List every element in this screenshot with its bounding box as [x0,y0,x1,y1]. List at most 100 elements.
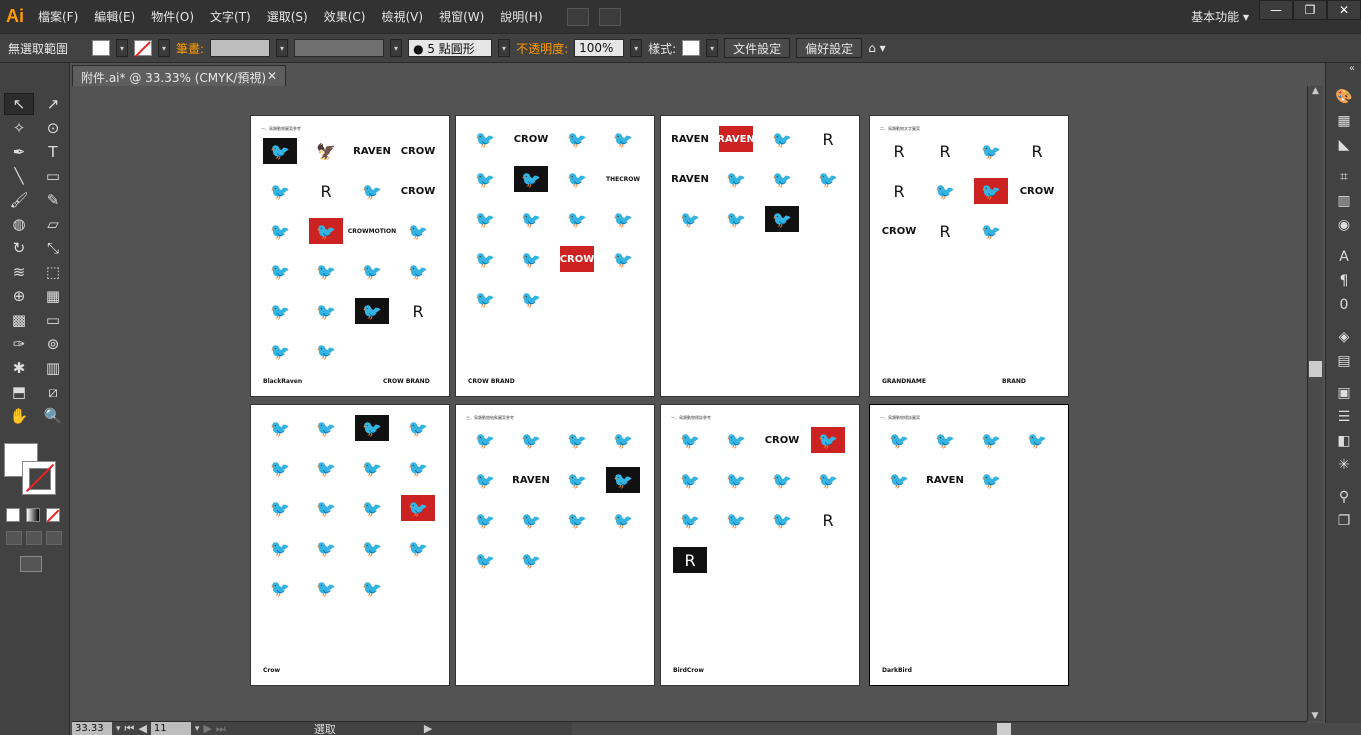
logo-thumbnail[interactable]: 🐦 [560,166,594,192]
logo-thumbnail[interactable]: 🐦 [468,246,502,272]
paintbrush-icon[interactable]: 🖌 [4,189,34,211]
logo-thumbnail[interactable]: 🐦 [974,178,1008,204]
color-mode-button[interactable] [6,508,20,522]
last-artboard-icon[interactable]: ⏭ [216,722,226,735]
logo-thumbnail[interactable]: 🐦 [263,258,297,284]
lasso-icon[interactable]: ⊙ [38,117,68,139]
prev-artboard-icon[interactable]: ◀ [138,722,146,735]
logo-thumbnail[interactable]: 🐦 [606,246,640,272]
logo-thumbnail[interactable]: 🐦 [560,126,594,152]
logo-thumbnail[interactable]: R [673,547,707,573]
artboard-4[interactable]: 二、鳥類動物文字圖案 R R 🐦 R R 🐦 🐦 CROW CROW R 🐦 GRANDNAME BRAN… [869,115,1069,397]
logo-thumbnail[interactable]: 🐦 [355,258,389,284]
logo-thumbnail[interactable]: R [811,126,845,152]
logo-thumbnail[interactable]: CROWMOTION [348,218,396,244]
logo-thumbnail[interactable]: 🐦 [401,258,435,284]
draw-inside-button[interactable] [46,531,62,545]
artboard-2[interactable]: 🐦 CROW 🐦 🐦 🐦 🐦 🐦 THECROW 🐦 🐦 🐦 🐦 🐦 🐦 CROW 🐦 🐦 🐦 CROW BRAND [455,115,655,397]
logo-thumbnail[interactable]: RAVEN [671,126,709,152]
status-mode[interactable]: 選取 [314,721,336,735]
opentype-icon[interactable]: 0 [1326,293,1361,317]
stroke-box[interactable] [22,461,56,495]
direct-selection-icon[interactable]: ↗ [38,93,68,115]
fill-swatch[interactable] [92,40,111,56]
logo-thumbnail[interactable]: 🐦 [468,547,502,573]
zoom-dropdown-icon[interactable]: ▾ [116,724,121,734]
symbol-sprayer-icon[interactable]: ✱ [4,357,34,379]
logo-thumbnail[interactable]: 🐦 [719,166,753,192]
logo-thumbnail[interactable]: 🐦 [882,427,916,453]
logo-thumbnail[interactable]: 🐦 [514,206,548,232]
brush-dropdown[interactable]: ▾ [498,39,511,57]
logo-thumbnail[interactable]: R [401,298,435,324]
logo-thumbnail[interactable]: R [882,138,916,164]
scroll-up-icon[interactable]: ▲ [1308,86,1323,96]
document-setup-button[interactable]: 文件設定 [724,38,791,58]
paragraph-icon[interactable]: ¶ [1326,269,1361,293]
variable-width-field[interactable] [294,39,385,57]
logo-thumbnail[interactable]: 🐦 [560,206,594,232]
logo-thumbnail[interactable]: CROW [401,138,436,164]
logo-thumbnail[interactable]: 🐦 [309,415,343,441]
logo-thumbnail[interactable]: 🦅 [309,138,343,164]
draw-behind-button[interactable] [26,531,42,545]
logo-thumbnail[interactable]: 🐦 [401,415,435,441]
logo-thumbnail[interactable]: 🐦 [468,427,502,453]
transform-icon[interactable]: ⌗ [1326,165,1361,189]
line-icon[interactable]: ╲ [4,165,34,187]
logo-thumbnail[interactable]: 🐦 [309,218,343,244]
perspective-icon[interactable]: ▦ [38,285,68,307]
gradient-icon[interactable]: ◧ [1326,429,1361,453]
fill-stroke-control[interactable] [4,443,60,499]
width-icon[interactable]: ≋ [4,261,34,283]
logo-thumbnail[interactable]: CROW [765,427,800,453]
variable-width-dropdown[interactable]: ▾ [390,39,403,57]
brush-definition[interactable]: ● 5 點圓形 [408,39,493,57]
logo-thumbnail[interactable]: 🐦 [974,138,1008,164]
logo-thumbnail[interactable]: 🐦 [928,427,962,453]
stroke-weight-field[interactable] [210,39,271,57]
logo-thumbnail[interactable]: RAVEN [512,467,550,493]
canvas[interactable]: 一、鳥類動物圖案參考 🐦 🦅 RAVEN CROW 🐦 R 🐦 CROW 🐦 🐦 CROWMOTION… [72,86,1307,721]
logo-thumbnail[interactable]: 🐦 [263,415,297,441]
gradient-mode-button[interactable] [26,508,40,522]
logo-thumbnail[interactable]: 🐦 [974,467,1008,493]
artboard-7[interactable]: 一、鳥類動物標誌參考 🐦 🐦 CROW 🐦 🐦 🐦 🐦 🐦 🐦 🐦 🐦 R R BirdCrow [660,404,860,686]
logo-thumbnail[interactable]: 🐦 [514,547,548,573]
logo-thumbnail[interactable]: 🐦 [355,575,389,601]
logo-thumbnail[interactable]: 🐦 [401,218,435,244]
horizontal-scroll-thumb[interactable] [997,723,1011,735]
character-icon[interactable]: A [1326,245,1361,269]
logo-thumbnail[interactable]: 🐦 [468,206,502,232]
logo-thumbnail[interactable]: 🐦 [263,298,297,324]
logo-thumbnail[interactable]: 🐦 [468,467,502,493]
menu-item-4[interactable]: 選取(S) [259,8,316,25]
logo-thumbnail[interactable]: CROW [514,126,549,152]
logo-thumbnail[interactable]: 🐦 [514,166,548,192]
logo-thumbnail[interactable]: 🐦 [765,166,799,192]
blob-brush-icon[interactable]: ◍ [4,213,34,235]
logo-thumbnail[interactable]: RAVEN [926,467,964,493]
logo-thumbnail[interactable]: 🐦 [882,467,916,493]
logo-thumbnail[interactable]: 🐦 [560,507,594,533]
pen-icon[interactable]: ✒ [4,141,34,163]
logo-thumbnail[interactable]: 🐦 [263,178,297,204]
logo-thumbnail[interactable]: 🐦 [514,246,548,272]
logo-thumbnail[interactable]: 🐦 [263,138,297,164]
logo-thumbnail[interactable]: 🐦 [468,126,502,152]
logo-thumbnail[interactable]: CROW [560,246,594,272]
opacity-field[interactable]: 100% [574,39,625,57]
logo-thumbnail[interactable]: R [928,218,962,244]
logo-thumbnail[interactable]: 🐦 [468,286,502,312]
color-guide-icon[interactable]: 🎨 [1326,85,1361,109]
panel-collapse-icon[interactable]: « [1326,63,1361,85]
logo-thumbnail[interactable]: 🐦 [514,286,548,312]
first-artboard-icon[interactable]: ⏮ [125,722,135,735]
logo-thumbnail[interactable]: 🐦 [401,495,435,521]
artboard-field[interactable]: 11 [150,722,191,735]
shape-builder-icon[interactable]: ⊕ [4,285,34,307]
logo-thumbnail[interactable]: CROW [1020,178,1055,204]
vertical-scrollbar[interactable]: ▲ ▼ [1307,86,1323,721]
style-dropdown[interactable]: ▾ [706,39,719,57]
logo-thumbnail[interactable]: 🐦 [355,415,389,441]
